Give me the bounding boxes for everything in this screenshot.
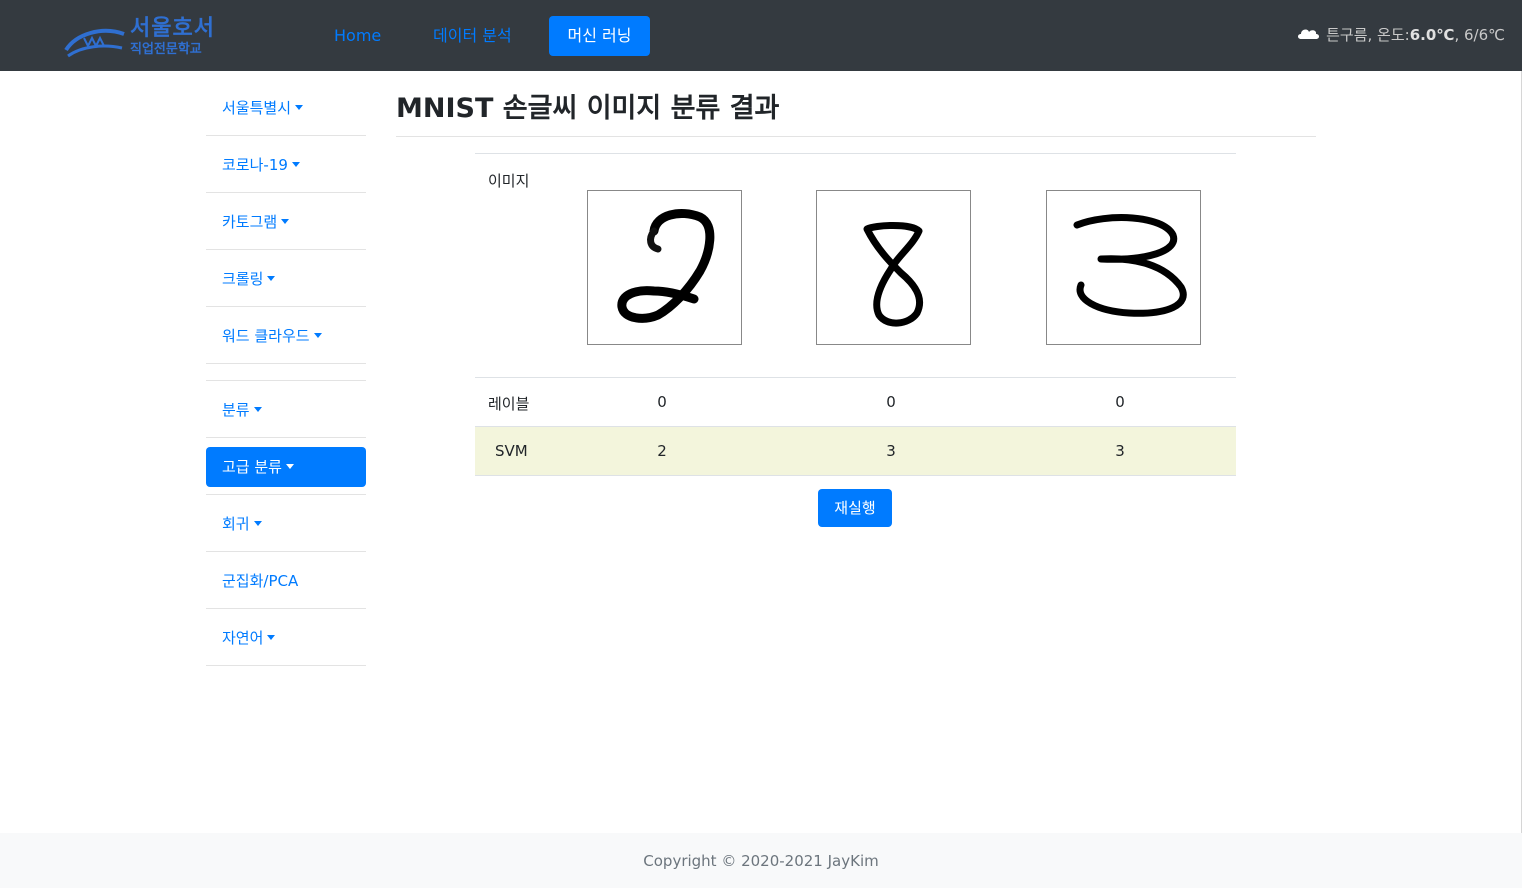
row-label-image: 이미지 bbox=[488, 172, 530, 190]
table-row-svm: SVM 2 3 3 bbox=[475, 427, 1236, 476]
footer: Copyright © 2020-2021 JayKim bbox=[0, 833, 1522, 888]
sidebar-item-label: 카토그램 bbox=[222, 213, 278, 231]
digit-image-8 bbox=[816, 190, 971, 345]
digit-image-2 bbox=[587, 190, 742, 345]
weather-range: , 6/6℃ bbox=[1454, 25, 1505, 44]
logo-swoosh-icon bbox=[64, 28, 125, 58]
sidebar-item-label: 회귀 bbox=[222, 515, 250, 533]
page-title: MNIST 손글씨 이미지 분류 결과 bbox=[396, 93, 780, 124]
nav-data-analysis[interactable]: 데이터 분석 bbox=[433, 16, 512, 56]
label-value: 0 bbox=[886, 393, 896, 411]
nav-home[interactable]: Home bbox=[334, 16, 381, 56]
cloud-icon bbox=[1296, 26, 1320, 44]
caret-down-icon bbox=[295, 105, 304, 110]
sidebar-item-nlp[interactable]: 자연어 bbox=[206, 609, 366, 666]
table-row-images: 이미지 bbox=[475, 153, 1236, 378]
sidebar-item-crawling[interactable]: 크롤링 bbox=[206, 250, 366, 307]
row-label-label: 레이블 bbox=[488, 395, 530, 413]
sidebar-menu: 서울특별시 코로나-19 카토그램 크롤링 워드 클라우드 분류 고급 분류 회… bbox=[206, 79, 366, 666]
caret-down-icon bbox=[253, 521, 262, 526]
sidebar-item-advanced-classification[interactable]: 고급 분류 bbox=[206, 438, 366, 495]
label-value: 0 bbox=[1115, 393, 1125, 411]
caret-down-icon bbox=[253, 407, 262, 412]
row-label-svm: SVM bbox=[495, 442, 528, 460]
rerun-button[interactable]: 재실행 bbox=[818, 489, 892, 527]
sidebar-item-clustering-pca[interactable]: 군집화/PCA bbox=[206, 552, 366, 609]
svm-prediction: 3 bbox=[1115, 442, 1125, 460]
sidebar-divider bbox=[206, 364, 366, 381]
weather-widget: 튼구름, 온도: 6.0℃, 6/6℃ bbox=[1296, 24, 1505, 45]
caret-down-icon bbox=[291, 162, 300, 167]
nav-machine-learning[interactable]: 머신 러닝 bbox=[549, 16, 650, 56]
copyright-text: Copyright © 2020-2021 JayKim bbox=[643, 852, 879, 870]
title-divider bbox=[396, 136, 1316, 137]
sidebar-item-label: 자연어 bbox=[222, 629, 264, 647]
sidebar-item-label: 군집화/PCA bbox=[222, 572, 299, 590]
weather-description: 튼구름, 온도: bbox=[1326, 26, 1410, 44]
table-row-label: 레이블 0 0 0 bbox=[475, 378, 1236, 427]
sidebar-item-label: 고급 분류 bbox=[222, 458, 282, 476]
svm-prediction: 2 bbox=[657, 442, 667, 460]
weather-temperature: 6.0℃ bbox=[1409, 25, 1455, 44]
sidebar-item-covid19[interactable]: 코로나-19 bbox=[206, 136, 366, 193]
sidebar-item-label: 분류 bbox=[222, 401, 250, 419]
caret-down-icon bbox=[285, 464, 294, 469]
sidebar-item-regression[interactable]: 회귀 bbox=[206, 495, 366, 552]
sidebar-item-classification[interactable]: 분류 bbox=[206, 381, 366, 438]
sidebar-item-seoul[interactable]: 서울특별시 bbox=[206, 79, 366, 136]
sidebar-item-label: 워드 클라우드 bbox=[222, 327, 310, 345]
caret-down-icon bbox=[281, 219, 290, 224]
svm-prediction: 3 bbox=[886, 442, 896, 460]
sidebar-item-cartogram[interactable]: 카토그램 bbox=[206, 193, 366, 250]
digit-image-3 bbox=[1046, 190, 1201, 345]
brand-logo[interactable]: 서울호서 직업전문학교 bbox=[62, 8, 222, 62]
label-value: 0 bbox=[657, 393, 667, 411]
top-navbar: 서울호서 직업전문학교 Home 데이터 분석 머신 러닝 튼구름, 온도: 6… bbox=[0, 0, 1522, 71]
caret-down-icon bbox=[267, 276, 276, 281]
sidebar-item-label: 코로나-19 bbox=[222, 156, 288, 174]
sidebar-item-label: 크롤링 bbox=[222, 270, 264, 288]
brand-subtitle: 직업전문학교 bbox=[130, 42, 202, 57]
sidebar-item-label: 서울특별시 bbox=[222, 99, 292, 117]
caret-down-icon bbox=[267, 635, 276, 640]
sidebar-item-wordcloud[interactable]: 워드 클라우드 bbox=[206, 307, 366, 364]
caret-down-icon bbox=[313, 333, 322, 338]
results-table: 이미지 레이블 0 0 0 SVM 2 3 3 bbox=[475, 153, 1236, 476]
